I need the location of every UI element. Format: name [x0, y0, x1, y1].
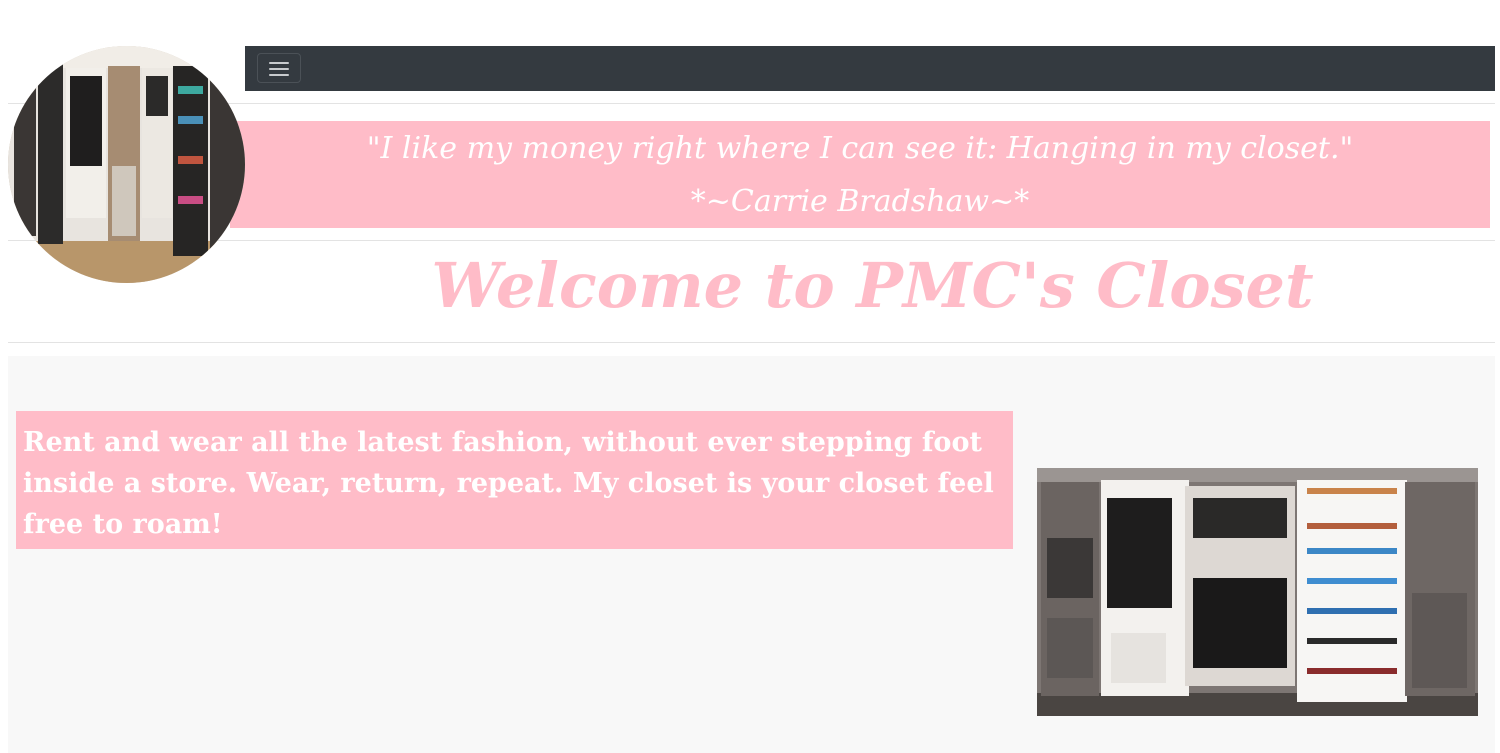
intro-section: Rent and wear all the latest fashion, wi…	[8, 356, 1495, 753]
top-navbar	[245, 46, 1495, 91]
quote-banner: "I like my money right where I can see i…	[230, 121, 1490, 228]
closet-logo-image	[8, 46, 245, 283]
divider	[8, 103, 1495, 104]
navbar-toggle-button[interactable]	[257, 53, 301, 83]
divider	[8, 240, 1495, 241]
intro-text: Rent and wear all the latest fashion, wi…	[16, 411, 1013, 549]
quote-author: *~Carrie Bradshaw~*	[690, 184, 1030, 219]
quote-text: "I like my money right where I can see i…	[366, 131, 1354, 166]
page-title: Welcome to PMC's Closet	[431, 249, 1314, 322]
divider	[8, 342, 1495, 343]
hamburger-menu-icon	[269, 62, 289, 64]
walk-in-closet-image	[1037, 468, 1478, 716]
